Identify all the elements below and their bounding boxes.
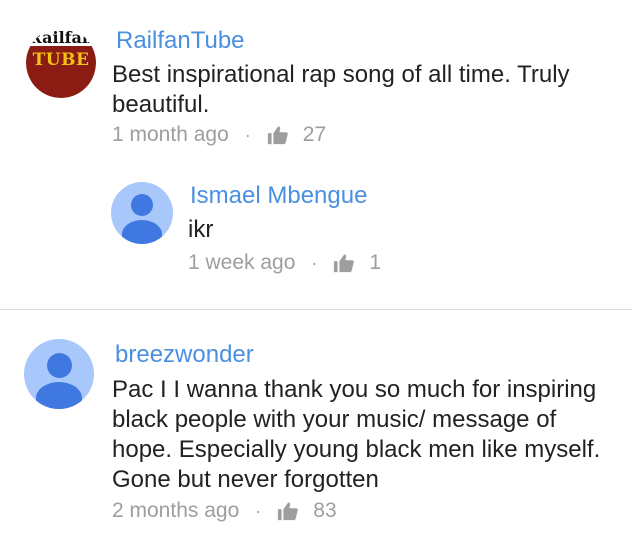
reply-meta: 1 week ago · 1 bbox=[188, 251, 381, 275]
avatar-head bbox=[47, 353, 72, 378]
like-count: 83 bbox=[313, 499, 337, 522]
avatar-head bbox=[131, 194, 153, 216]
thumbs-up-icon[interactable] bbox=[333, 252, 355, 274]
comment-timestamp: 2 months ago bbox=[112, 499, 240, 522]
reply-text: ikr bbox=[188, 216, 214, 243]
avatar-shoulders bbox=[122, 220, 162, 244]
meta-separator: · bbox=[311, 253, 318, 273]
comment-text: Pac I I wanna thank you so much for insp… bbox=[112, 376, 601, 493]
reply: Ismael Mbengue ikr 1 week ago · 1 bbox=[0, 0, 632, 300]
avatar-shoulders bbox=[36, 382, 82, 409]
comment-meta: 2 months ago · 83 bbox=[112, 499, 337, 523]
comment-author[interactable]: breezwonder bbox=[115, 341, 254, 369]
like-count: 1 bbox=[369, 251, 382, 274]
meta-separator: · bbox=[255, 501, 262, 521]
comment-thread: Railfan TUBE RailfanTube Best inspiratio… bbox=[0, 0, 632, 305]
person-icon[interactable] bbox=[24, 339, 94, 409]
person-icon[interactable] bbox=[111, 182, 173, 244]
comment-thread: breezwonder Pac I I wanna thank you so m… bbox=[0, 310, 632, 560]
reply-author[interactable]: Ismael Mbengue bbox=[190, 182, 367, 210]
reply-timestamp: 1 week ago bbox=[188, 251, 296, 274]
thumbs-up-icon[interactable] bbox=[277, 500, 299, 522]
